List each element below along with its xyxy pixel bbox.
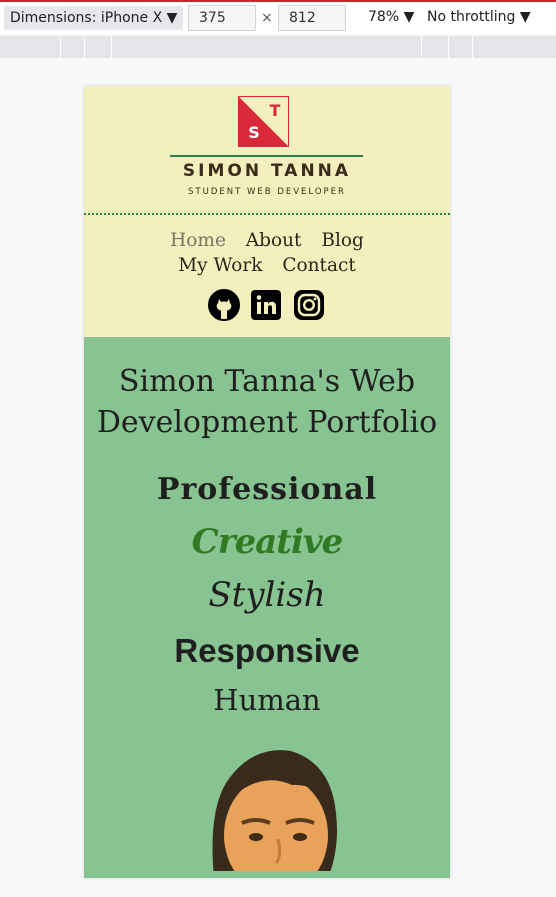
media-query-bar[interactable]: [0, 36, 556, 58]
throttle-label: No throttling: [427, 9, 516, 25]
site-name: SIMON TANNA: [182, 161, 352, 181]
devtools-device-toolbar: Dimensions: iPhone X ▼ 375 × 812 78% ▼ N…: [0, 2, 556, 35]
site-header: T S SIMON TANNA STUDENT WEB DEVELOPER Ho…: [84, 86, 450, 337]
device-viewport: T S SIMON TANNA STUDENT WEB DEVELOPER Ho…: [84, 86, 450, 878]
chevron-down-icon: ▼: [403, 9, 415, 25]
media-query-marker: [448, 36, 449, 58]
media-query-marker: [111, 36, 112, 58]
logo-divider: [170, 155, 363, 157]
zoom-label: 78%: [368, 9, 400, 25]
throttle-dropdown[interactable]: No throttling ▼: [427, 9, 531, 25]
linkedin-icon[interactable]: [250, 289, 282, 321]
hero-word-professional: Professional: [156, 472, 378, 507]
site-logo[interactable]: T S: [238, 96, 289, 147]
media-query-marker: [84, 36, 85, 58]
chevron-down-icon: ▼: [166, 10, 178, 26]
height-input[interactable]: 812: [278, 5, 346, 31]
device-label: Dimensions: iPhone X: [10, 10, 163, 26]
github-icon[interactable]: [208, 289, 240, 321]
hero-word-responsive: Responsive: [174, 632, 360, 669]
hero-word-human: Human: [213, 683, 321, 717]
nav-my-work[interactable]: My Work: [178, 255, 262, 276]
main-nav: Home About Blog My Work Contact: [114, 228, 420, 278]
nav-about[interactable]: About: [246, 230, 302, 251]
media-query-marker: [421, 36, 422, 58]
media-query-marker: [472, 36, 473, 58]
logo-letter-s: S: [248, 123, 260, 142]
site-tagline: STUDENT WEB DEVELOPER: [188, 187, 346, 197]
media-query-marker: [60, 36, 61, 58]
hero-title: Simon Tanna's Web Development Portfolio: [96, 364, 438, 440]
profile-photo: [196, 750, 346, 878]
header-divider: [84, 213, 450, 215]
zoom-dropdown[interactable]: 78% ▼: [368, 9, 414, 25]
width-input[interactable]: 375: [188, 5, 256, 31]
hero-section: Simon Tanna's Web Development Portfolio …: [84, 337, 450, 878]
hero-word-creative: Creative: [191, 522, 344, 562]
nav-home[interactable]: Home: [170, 230, 226, 251]
nav-blog[interactable]: Blog: [321, 230, 364, 251]
hero-word-stylish: Stylish: [208, 575, 326, 615]
instagram-icon[interactable]: [293, 289, 325, 321]
logo-letter-t: T: [270, 101, 281, 120]
device-dropdown[interactable]: Dimensions: iPhone X ▼: [4, 6, 184, 30]
nav-contact[interactable]: Contact: [282, 255, 355, 276]
dimension-separator: ×: [261, 10, 273, 26]
chevron-down-icon: ▼: [519, 9, 531, 25]
